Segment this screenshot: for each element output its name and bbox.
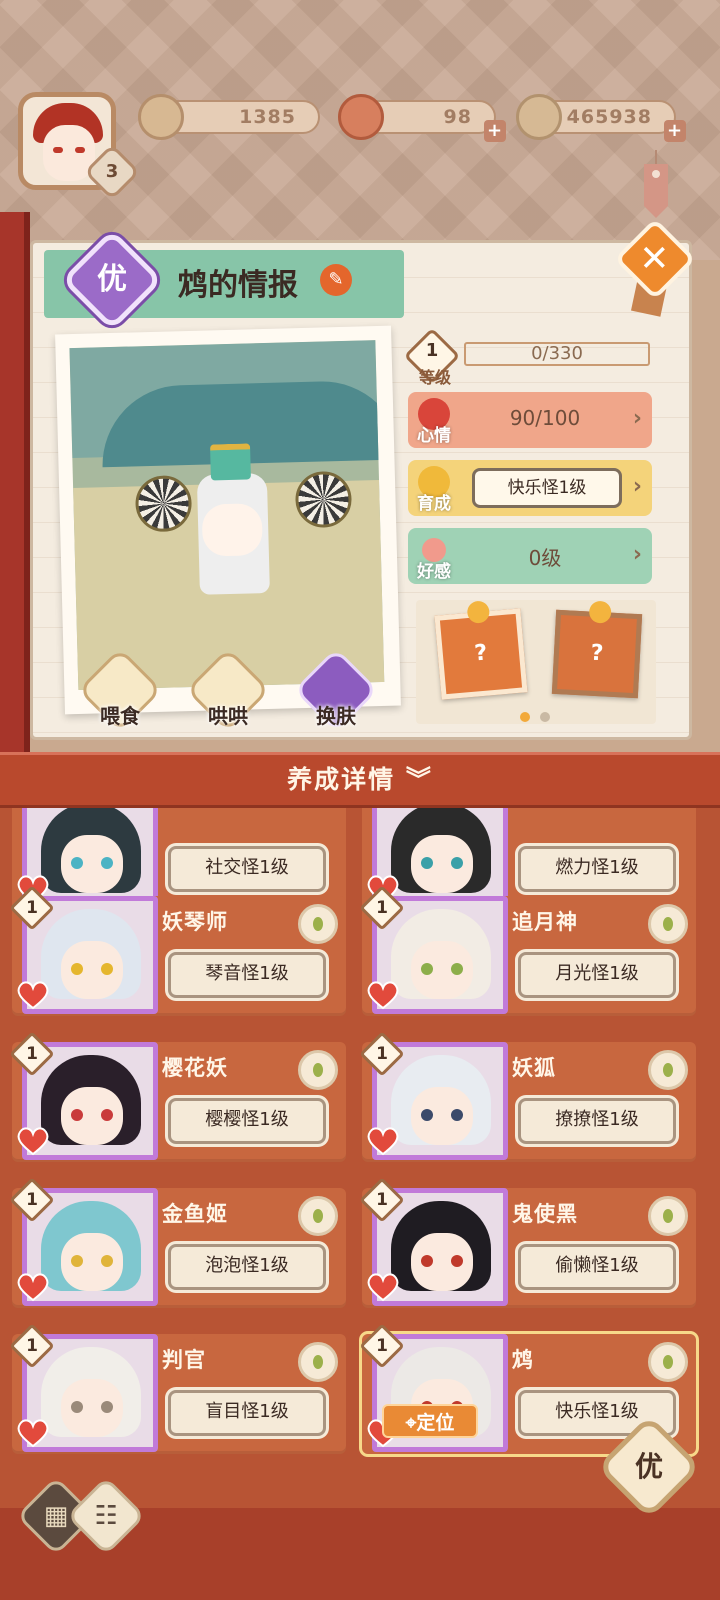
page-dot-active <box>520 712 530 722</box>
monster-name: 鬼使黑 <box>512 1202 578 1226</box>
double-chevron-down-icon: ︾ <box>405 765 433 794</box>
monster-tag: 燃力怪1级 <box>518 846 676 892</box>
level-label: 等级 <box>418 368 451 387</box>
heart-icon <box>17 1127 49 1156</box>
chevron-right-icon: › <box>632 474 642 499</box>
monster-name: 判官 <box>162 1348 206 1372</box>
level-row: 1 等级 0/330 <box>403 327 652 387</box>
monster-tag: 月光怪1级 <box>518 952 676 998</box>
exp-bar: 0/330 <box>464 342 650 366</box>
page-dot <box>540 712 550 722</box>
carp-streamer-icon[interactable] <box>638 150 674 220</box>
monster-card[interactable]: 1 鬼使黑 偷懒怪1级 <box>359 1177 696 1308</box>
ticket-resource: 98 + <box>338 94 506 142</box>
affinity-row[interactable]: 好感 0级 › <box>408 528 652 584</box>
heart-icon <box>17 981 49 1010</box>
monster-name: 金鱼姬 <box>162 1202 228 1226</box>
item-card-2[interactable]: ? <box>551 600 643 699</box>
monster-card[interactable]: 燃力怪1级 <box>362 808 696 910</box>
add-ticket-button[interactable]: + <box>484 120 506 142</box>
growth-value: 快乐怪1级 <box>472 468 622 508</box>
heart-icon <box>367 1273 399 1302</box>
monster-name: 妖狐 <box>512 1056 556 1080</box>
coin-icon[interactable] <box>298 1196 338 1236</box>
add-coin-button[interactable]: + <box>664 120 686 142</box>
coin-icon[interactable] <box>648 904 688 944</box>
coin-icon[interactable] <box>298 904 338 944</box>
monster-card[interactable]: 1 金鱼姬 泡泡怪1级 <box>9 1177 346 1308</box>
monster-tag: 偷懒怪1级 <box>518 1244 676 1290</box>
monster-card[interactable]: 1 判官 盲目怪1级 <box>9 1323 346 1454</box>
monster-tag: 樱樱怪1级 <box>168 1098 326 1144</box>
growth-row[interactable]: 育成 快乐怪1级 › <box>408 460 652 516</box>
monster-tag: 社交怪1级 <box>168 846 326 892</box>
pine-resource: 1385 <box>138 94 320 140</box>
character-crown <box>210 443 251 481</box>
monster-tag: 撩撩怪1级 <box>518 1098 676 1144</box>
monster-name: 妖琴师 <box>162 910 228 934</box>
character-face <box>201 503 263 557</box>
pin-icon: ⌖ <box>405 1412 417 1434</box>
change-skin-button[interactable]: 换肤 <box>293 647 379 736</box>
heart-icon <box>367 981 399 1010</box>
heart-icon <box>17 1419 49 1448</box>
panel-title: 鸩的情报 <box>178 268 298 303</box>
monster-name: 鸩 <box>512 1348 534 1372</box>
coin-icon[interactable] <box>298 1050 338 1090</box>
chevron-right-icon: › <box>632 542 642 567</box>
mood-row[interactable]: 心情 90/100 › <box>408 392 652 448</box>
item-card-1[interactable]: ? <box>434 600 528 700</box>
coin-icon[interactable] <box>648 1342 688 1382</box>
feed-button[interactable]: 喂食 <box>77 647 163 736</box>
nine-tail-ticket-icon <box>338 94 384 140</box>
heart-icon <box>17 1273 49 1302</box>
monster-card[interactable]: 1 妖狐 撩撩怪1级 <box>359 1031 696 1162</box>
rename-pencil-icon[interactable]: ✎ <box>320 264 352 296</box>
monster-card[interactable]: 1 妖琴师 琴音怪1级 <box>9 885 346 1016</box>
coin-icon[interactable] <box>648 1050 688 1090</box>
affinity-value: 0级 <box>528 546 562 570</box>
coax-button[interactable]: 哄哄 <box>185 647 271 736</box>
monster-tag: 盲目怪1级 <box>168 1390 326 1436</box>
monster-list[interactable]: 社交怪1级 燃力怪1级 1 妖琴师 琴音怪1级 1 追月神 月光怪1级 1 樱花… <box>0 808 720 1508</box>
mood-value: 90/100 <box>509 406 581 430</box>
monster-tag: 泡泡怪1级 <box>168 1244 326 1290</box>
monster-name: 追月神 <box>512 910 578 934</box>
heart-icon <box>367 1127 399 1156</box>
monster-tag: 琴音怪1级 <box>168 952 326 998</box>
book-spine <box>0 212 30 752</box>
coin-icon <box>516 94 562 140</box>
locate-button[interactable]: ⌖定位 <box>382 1404 478 1438</box>
monster-card[interactable]: 社交怪1级 <box>12 808 346 910</box>
coin-icon[interactable] <box>648 1196 688 1236</box>
level-number: 1 <box>425 340 439 361</box>
pine-leaf-icon <box>138 94 184 140</box>
monster-card[interactable]: 1 樱花妖 樱樱怪1级 <box>9 1031 346 1162</box>
details-bar[interactable]: 养成详情 ︾ <box>0 752 720 808</box>
monster-card[interactable]: 1 追月神 月光怪1级 <box>359 885 696 1016</box>
chevron-right-icon: › <box>632 406 642 431</box>
coin-icon[interactable] <box>298 1342 338 1382</box>
coin-resource: 465938 + <box>516 94 686 142</box>
monster-name: 樱花妖 <box>162 1056 228 1080</box>
